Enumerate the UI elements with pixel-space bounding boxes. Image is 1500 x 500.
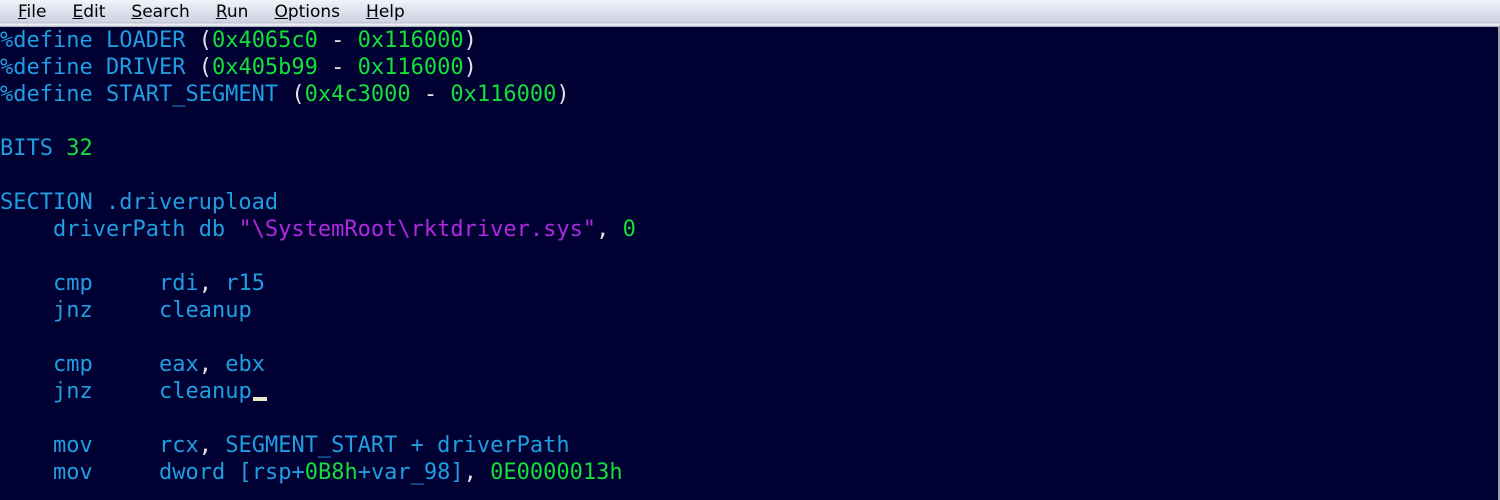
code-token-num: 0x116000: [357, 28, 464, 53]
code-line[interactable]: BITS 32: [0, 135, 636, 162]
code-token-key: mov: [52, 460, 93, 485]
code-token-op: +: [291, 460, 305, 485]
code-token-punc: (: [198, 55, 212, 80]
code-line[interactable]: jnz cleanup: [0, 378, 636, 405]
code-token-num: 0B8h: [304, 460, 358, 485]
code-token-key: BITS: [0, 136, 53, 161]
menu-accelerator: H: [366, 2, 379, 22]
menu-accelerator: F: [18, 2, 27, 22]
code-token-num: 0: [622, 217, 636, 242]
menu-item-run[interactable]: Run: [216, 3, 249, 22]
code-line[interactable]: driverPath db "\SystemRoot\rktdriver.sys…: [0, 216, 636, 243]
code-token-ident: driverPath: [437, 433, 570, 458]
code-token-ident: cleanup: [158, 298, 252, 323]
code-token-op: +: [357, 460, 371, 485]
code-token-key: mov: [52, 433, 93, 458]
code-token-str: "\SystemRoot\rktdriver.sys": [238, 217, 597, 242]
code-token-punc: -: [331, 55, 345, 80]
code-line[interactable]: %define LOADER (0x4065c0 - 0x116000): [0, 27, 636, 54]
code-token-key: cmp: [52, 352, 93, 377]
code-token-punc: ,: [463, 460, 477, 485]
code-token-punc: ): [556, 82, 570, 107]
code-token-punc: -: [423, 82, 438, 107]
code-token-ident: ebx: [225, 352, 265, 377]
code-line[interactable]: [0, 243, 636, 270]
code-line[interactable]: [0, 162, 636, 189]
text-cursor: [252, 397, 267, 401]
code-token-ident: LOADER: [105, 28, 186, 53]
code-token-num: 0x116000: [357, 55, 464, 80]
code-token-ident: rcx: [158, 433, 199, 458]
menu-accelerator: R: [215, 2, 227, 22]
menu-item-options[interactable]: Options: [274, 3, 340, 22]
code-token-ident: START_SEGMENT: [105, 82, 279, 107]
code-token-ident: driverPath: [52, 217, 186, 242]
code-line[interactable]: [0, 324, 636, 351]
menu-item-search[interactable]: Search: [131, 3, 189, 22]
code-token-punc: ,: [198, 433, 212, 458]
menu-bar: File Edit Search Run Options Help: [0, 0, 1500, 22]
code-line[interactable]: [0, 108, 636, 135]
code-line[interactable]: %define DRIVER (0x405b99 - 0x116000): [0, 54, 636, 81]
code-token-punc: ,: [198, 352, 212, 377]
code-token-punc: ,: [198, 271, 212, 296]
code-line[interactable]: SECTION .driverupload: [0, 189, 636, 216]
code-token-ident: [: [238, 460, 252, 485]
code-token-ident: ]: [450, 460, 464, 485]
code-token-key: %define: [0, 55, 93, 80]
code-token-punc: -: [331, 28, 345, 53]
code-token-punc: (: [291, 82, 305, 107]
code-token-op: +: [410, 433, 424, 458]
menu-item-edit[interactable]: Edit: [72, 3, 105, 22]
code-line[interactable]: cmp eax, ebx: [0, 351, 636, 378]
code-token-ident: rsp: [251, 460, 292, 485]
code-line[interactable]: %define START_SEGMENT (0x4c3000 - 0x1160…: [0, 81, 636, 108]
code-token-ident: var_98: [370, 460, 451, 485]
code-token-punc: (: [198, 28, 212, 53]
code-token-ident: rdi: [158, 271, 199, 296]
code-token-key: jnz: [52, 379, 93, 404]
code-token-num: 0x4065c0: [211, 28, 318, 53]
code-token-punc: ): [463, 28, 477, 53]
code-line[interactable]: jnz cleanup: [0, 297, 636, 324]
code-token-num: 0x405b99: [211, 55, 318, 80]
code-text[interactable]: %define LOADER (0x4065c0 - 0x116000) %def…: [0, 27, 636, 486]
code-token-num: 0E0000013h: [490, 460, 623, 485]
code-token-punc: ,: [596, 217, 610, 242]
menu-item-help[interactable]: Help: [366, 3, 405, 22]
menu-item-file[interactable]: File: [18, 3, 46, 22]
code-token-key: %define: [0, 28, 93, 53]
code-token-ident: r15: [225, 271, 265, 296]
code-token-key: dword: [158, 460, 226, 485]
menu-accelerator: O: [274, 2, 288, 22]
code-line[interactable]: cmp rdi, r15: [0, 270, 636, 297]
code-token-punc: ): [463, 55, 477, 80]
code-token-key: %define: [0, 82, 93, 107]
code-line[interactable]: [0, 405, 636, 432]
code-token-ident: DRIVER: [105, 55, 186, 80]
code-token-ident: SEGMENT_START: [225, 433, 398, 458]
code-token-num: 32: [66, 136, 93, 161]
code-line[interactable]: mov dword [rsp+0B8h+var_98], 0E0000013h: [0, 459, 636, 486]
code-token-key: jnz: [52, 298, 93, 323]
code-token-ident: eax: [158, 352, 199, 377]
code-token-key: db: [198, 217, 226, 242]
menu-accelerator: E: [72, 2, 84, 22]
code-token-key: cmp: [52, 271, 93, 296]
code-token-ident: .driverupload: [105, 190, 279, 215]
code-editor-area[interactable]: %define LOADER (0x4065c0 - 0x116000) %def…: [0, 27, 1500, 500]
code-token-ident: cleanup: [158, 379, 252, 404]
code-line[interactable]: mov rcx, SEGMENT_START + driverPath: [0, 432, 636, 459]
editor-window: File Edit Search Run Options Help %define LOA…: [0, 0, 1500, 500]
code-token-num: 0x116000: [450, 82, 557, 107]
code-token-key: SECTION: [0, 190, 93, 215]
menu-accelerator: S: [131, 2, 143, 22]
code-token-num: 0x4c3000: [304, 82, 411, 107]
